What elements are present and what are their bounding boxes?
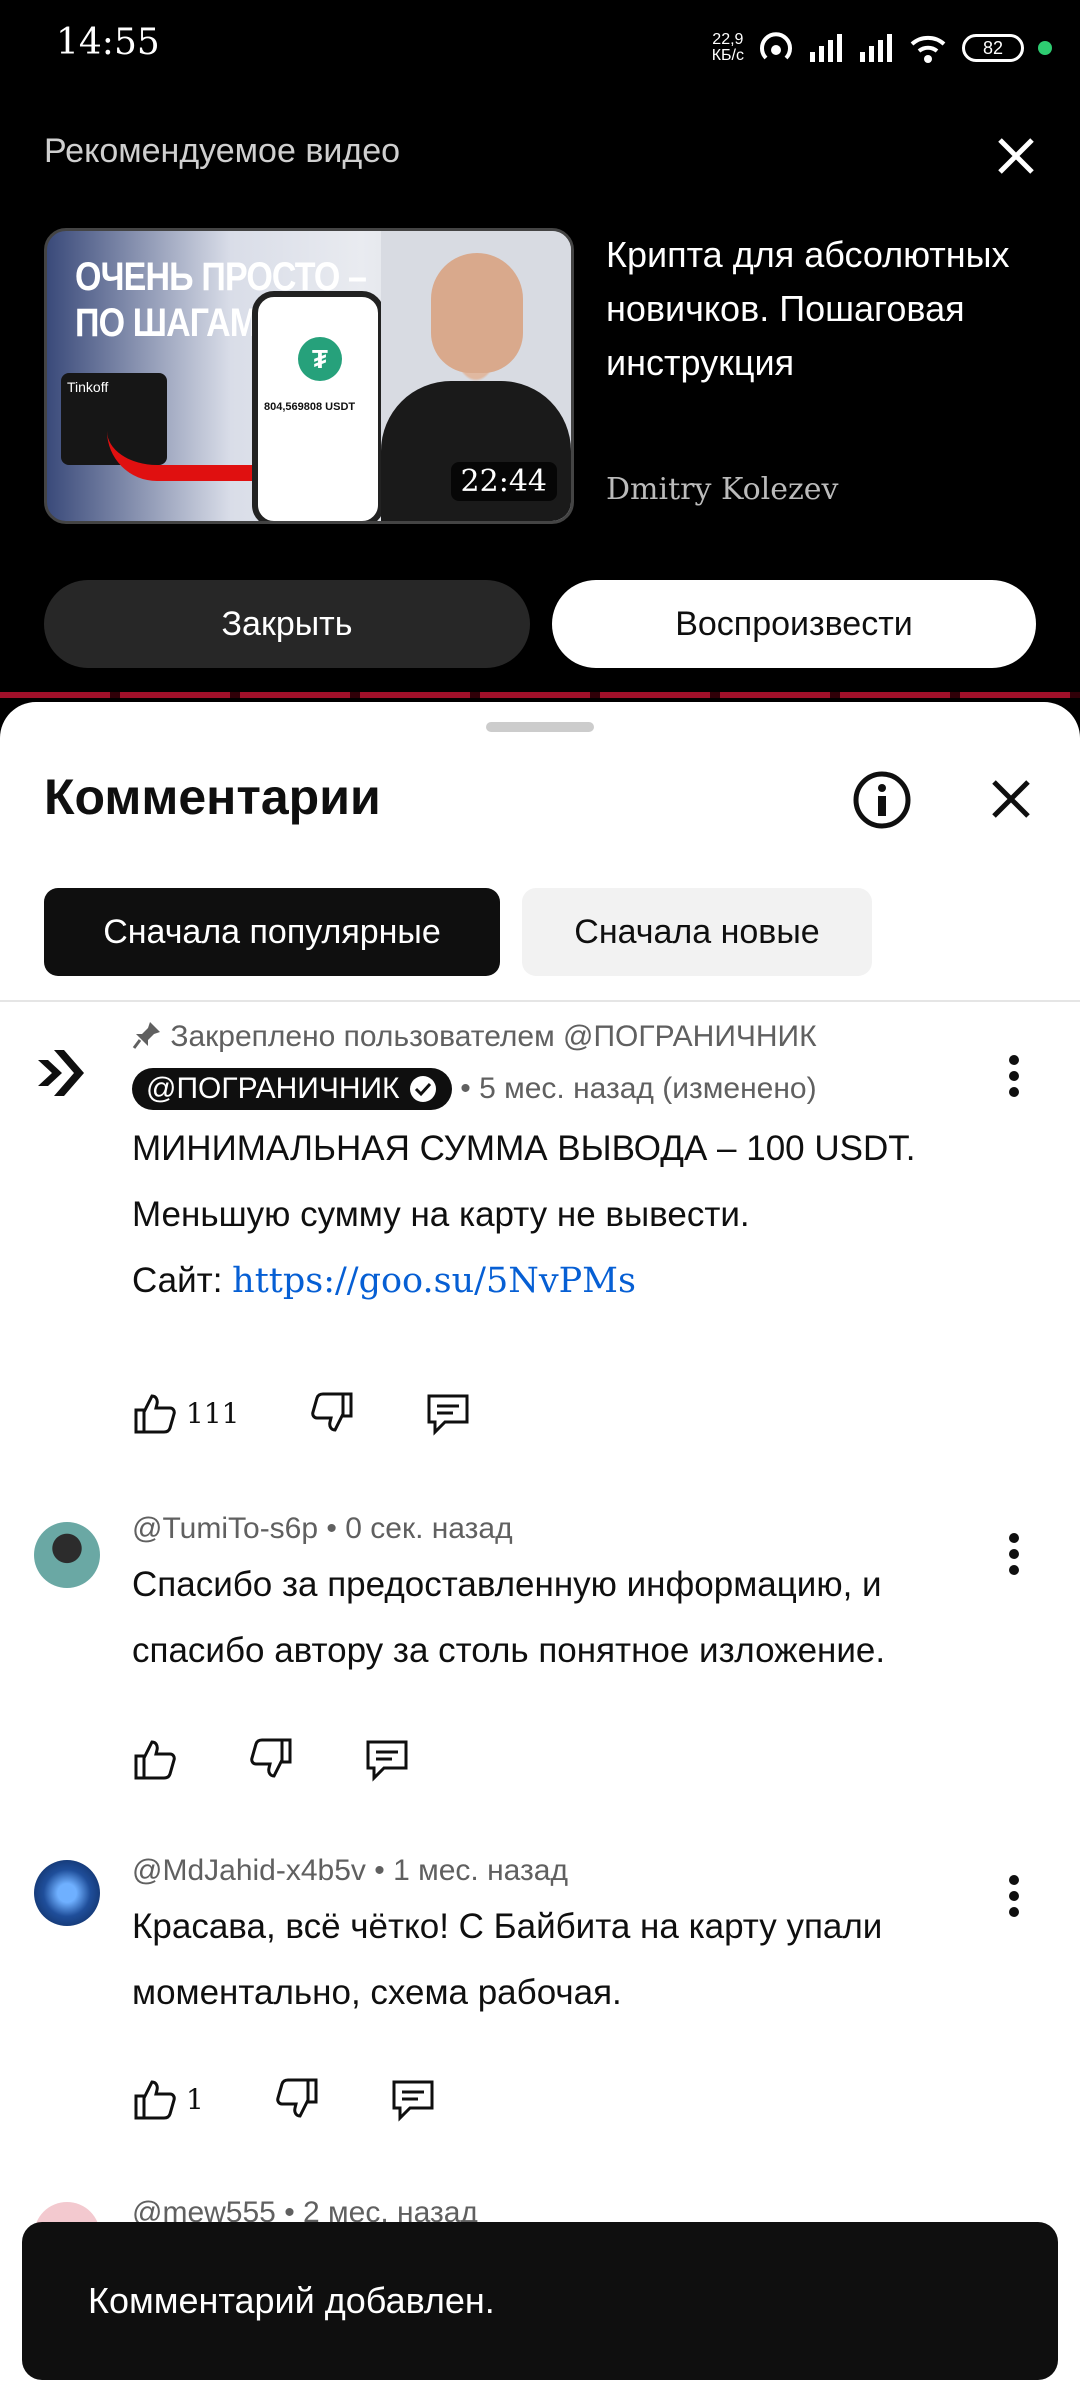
sort-popular-chip[interactable]: Сначала популярные bbox=[44, 888, 500, 976]
clock: 14:55 bbox=[56, 22, 160, 63]
divider bbox=[0, 1000, 1080, 1002]
reply-button[interactable] bbox=[390, 2076, 436, 2122]
comment-text: Спасибо за предоставленную информацию, и… bbox=[132, 1565, 886, 1670]
dislike-button[interactable] bbox=[274, 2076, 320, 2122]
comment-text: МИНИМАЛЬНАЯ СУММА ВЫВОДА – 100 USDT. Мен… bbox=[132, 1129, 916, 1301]
reply-icon bbox=[392, 2080, 434, 2122]
more-options-icon[interactable] bbox=[1008, 1532, 1020, 1576]
avatar[interactable] bbox=[34, 1860, 100, 1926]
tether-icon: ₮ bbox=[298, 337, 342, 381]
verified-icon bbox=[409, 1076, 436, 1102]
pin-icon bbox=[132, 1022, 160, 1049]
like-count: 1 bbox=[186, 2082, 204, 2116]
network-speed: 22,9 КБ/с bbox=[711, 31, 744, 64]
comment-meta: @TumiTo-s6p • 0 сек. назад bbox=[132, 1512, 990, 1546]
drag-handle[interactable] bbox=[486, 722, 594, 732]
thumbs-down-icon bbox=[250, 1738, 292, 1778]
signal-icon-2 bbox=[860, 34, 892, 62]
comments-sheet: Комментарии Сначала популярные Сначала н… bbox=[0, 702, 1080, 2400]
signal-icon bbox=[810, 34, 842, 62]
recommended-video-title[interactable]: Крипта для абсолютных новичков. Пошагова… bbox=[606, 228, 1046, 390]
video-progress-strip bbox=[0, 692, 1080, 698]
presenter-head bbox=[431, 253, 523, 373]
video-duration: 22:44 bbox=[450, 462, 557, 501]
reply-icon bbox=[427, 1394, 469, 1436]
dislike-button[interactable] bbox=[248, 1736, 294, 1782]
avatar[interactable] bbox=[34, 1522, 100, 1588]
thumbs-up-icon bbox=[134, 1394, 176, 1434]
comment-actions bbox=[132, 1736, 480, 1782]
pinned-label: Закреплено пользователем @ПОГРАНИЧНИК bbox=[132, 1020, 990, 1054]
comment-author[interactable]: @MdJahid-x4b5v bbox=[132, 1854, 366, 1887]
thumbs-down-icon bbox=[311, 1392, 353, 1432]
status-bar: 14:55 22,9 КБ/с 82 bbox=[0, 0, 1080, 96]
privacy-dot bbox=[1038, 41, 1052, 55]
wifi-icon bbox=[910, 35, 946, 63]
like-count: 111 bbox=[186, 1396, 240, 1430]
close-button[interactable]: Закрыть bbox=[44, 580, 530, 668]
dislike-button[interactable] bbox=[309, 1390, 355, 1436]
more-options-icon[interactable] bbox=[1008, 1874, 1020, 1918]
comment-author-pill[interactable]: @ПОГРАНИЧНИК bbox=[132, 1068, 452, 1110]
close-icon[interactable] bbox=[992, 132, 1040, 180]
thumbs-up-icon bbox=[134, 1740, 176, 1780]
reply-button[interactable] bbox=[425, 1390, 471, 1436]
thumbnail-text-line2: ПО ШАГАМ bbox=[75, 301, 258, 345]
like-button[interactable]: 111 bbox=[132, 1390, 239, 1436]
more-options-icon[interactable] bbox=[1008, 1054, 1020, 1098]
phone-graphic: ₮ 804,569808 USDT bbox=[252, 291, 384, 521]
comment-text: Красава, всё чётко! С Байбита на карту у… bbox=[132, 1907, 883, 2012]
thumbs-down-icon bbox=[276, 2078, 318, 2118]
comment-author[interactable]: @TumiTo-s6p bbox=[132, 1512, 318, 1545]
close-icon[interactable] bbox=[988, 776, 1034, 822]
recommended-video-author: Dmitry Kolezev bbox=[606, 472, 839, 507]
status-icons: 22,9 КБ/с 82 bbox=[712, 30, 1052, 66]
comment-meta: @ПОГРАНИЧНИК • 5 мес. назад (изменено) bbox=[132, 1068, 990, 1110]
battery-indicator: 82 bbox=[962, 34, 1024, 62]
comment-actions: 111 bbox=[132, 1390, 541, 1436]
comment-time: • 1 мес. назад bbox=[374, 1854, 568, 1887]
channel-logo-avatar[interactable] bbox=[34, 1040, 100, 1106]
sort-new-chip[interactable]: Сначала новые bbox=[522, 888, 872, 976]
like-button[interactable]: 1 bbox=[132, 2076, 204, 2122]
phone-amount: 804,569808 USDT bbox=[264, 401, 356, 413]
comment-time: • 5 мес. назад (изменено) bbox=[460, 1072, 817, 1105]
info-icon[interactable] bbox=[852, 770, 912, 830]
reply-button[interactable] bbox=[364, 1736, 410, 1782]
like-button[interactable] bbox=[132, 1736, 178, 1782]
hotspot-icon bbox=[760, 32, 792, 60]
comment-meta: @MdJahid-x4b5v • 1 мес. назад bbox=[132, 1854, 990, 1888]
recommended-header: Рекомендуемое видео bbox=[44, 132, 401, 170]
reply-icon bbox=[366, 1740, 408, 1782]
comment-time: • 0 сек. назад bbox=[326, 1512, 513, 1545]
video-thumbnail[interactable]: ОЧЕНЬ ПРОСТО – ПО ШАГАМ Tinkoff ₮ 804,56… bbox=[44, 228, 574, 524]
comment-link[interactable]: https://goo.su/5NvPMs bbox=[232, 1261, 636, 1301]
comment-actions: 1 bbox=[132, 2076, 506, 2122]
snackbar-toast: Комментарий добавлен. bbox=[22, 2222, 1058, 2380]
recommended-video-panel: Рекомендуемое видео ОЧЕНЬ ПРОСТО – ПО ША… bbox=[0, 96, 1080, 696]
comments-title: Комментарии bbox=[44, 769, 381, 825]
thumbs-up-icon bbox=[134, 2080, 176, 2120]
play-button[interactable]: Воспроизвести bbox=[552, 580, 1036, 668]
